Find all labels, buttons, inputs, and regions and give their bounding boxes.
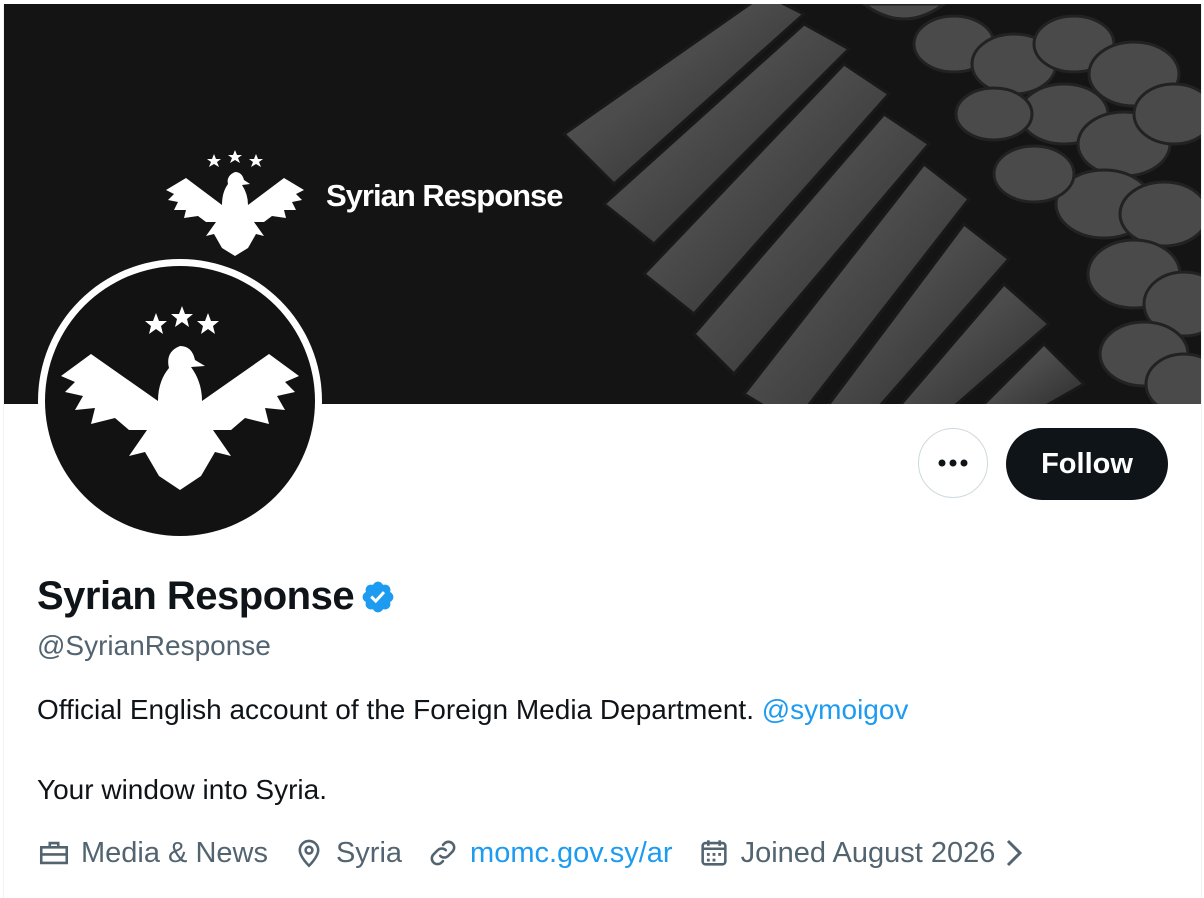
- banner-title: Syrian Response: [326, 178, 564, 213]
- profile-handle: @SyrianResponse: [37, 630, 271, 661]
- location-pin-icon: [298, 839, 320, 868]
- bio-text: Official English account of the Foreign …: [37, 694, 754, 725]
- eagle-logo-icon: [166, 150, 304, 256]
- bio-line-1: Official English account of the Foreign …: [37, 694, 908, 726]
- website-link[interactable]: momc.gov.sy/ar: [470, 837, 673, 870]
- more-options-button[interactable]: [918, 428, 988, 498]
- verified-badge-icon[interactable]: [360, 579, 396, 615]
- name-row: Syrian Response: [37, 574, 396, 619]
- more-dots-icon: [938, 459, 968, 467]
- website-item[interactable]: momc.gov.sy/ar: [426, 836, 673, 870]
- category-item: Media & News: [37, 836, 268, 870]
- link-icon: [430, 840, 456, 866]
- avatar[interactable]: [38, 259, 322, 543]
- eagle-avatar-icon: [61, 306, 299, 490]
- display-name: Syrian Response: [37, 574, 355, 618]
- joined-label: Joined August 2026: [740, 836, 996, 869]
- follow-button[interactable]: Follow: [1006, 428, 1168, 500]
- location-label: Syria: [335, 836, 403, 869]
- avatar-image: [45, 266, 315, 536]
- briefcase-icon: [39, 841, 69, 865]
- profile-meta: Media & News Syria momc.gov.sy/ar Joined…: [37, 836, 1027, 870]
- category-label: Media & News: [81, 836, 268, 869]
- joined-item[interactable]: Joined August 2026: [697, 836, 1028, 870]
- calendar-icon: [700, 840, 727, 866]
- profile-page: Syrian Response Follow Syrian Response @…: [3, 4, 1202, 898]
- bio-mention-link[interactable]: @symoigov: [762, 694, 909, 725]
- location-item: Syria: [292, 836, 402, 870]
- bio-line-2: Your window into Syria.: [37, 774, 328, 805]
- chevron-right-icon: [1007, 839, 1023, 867]
